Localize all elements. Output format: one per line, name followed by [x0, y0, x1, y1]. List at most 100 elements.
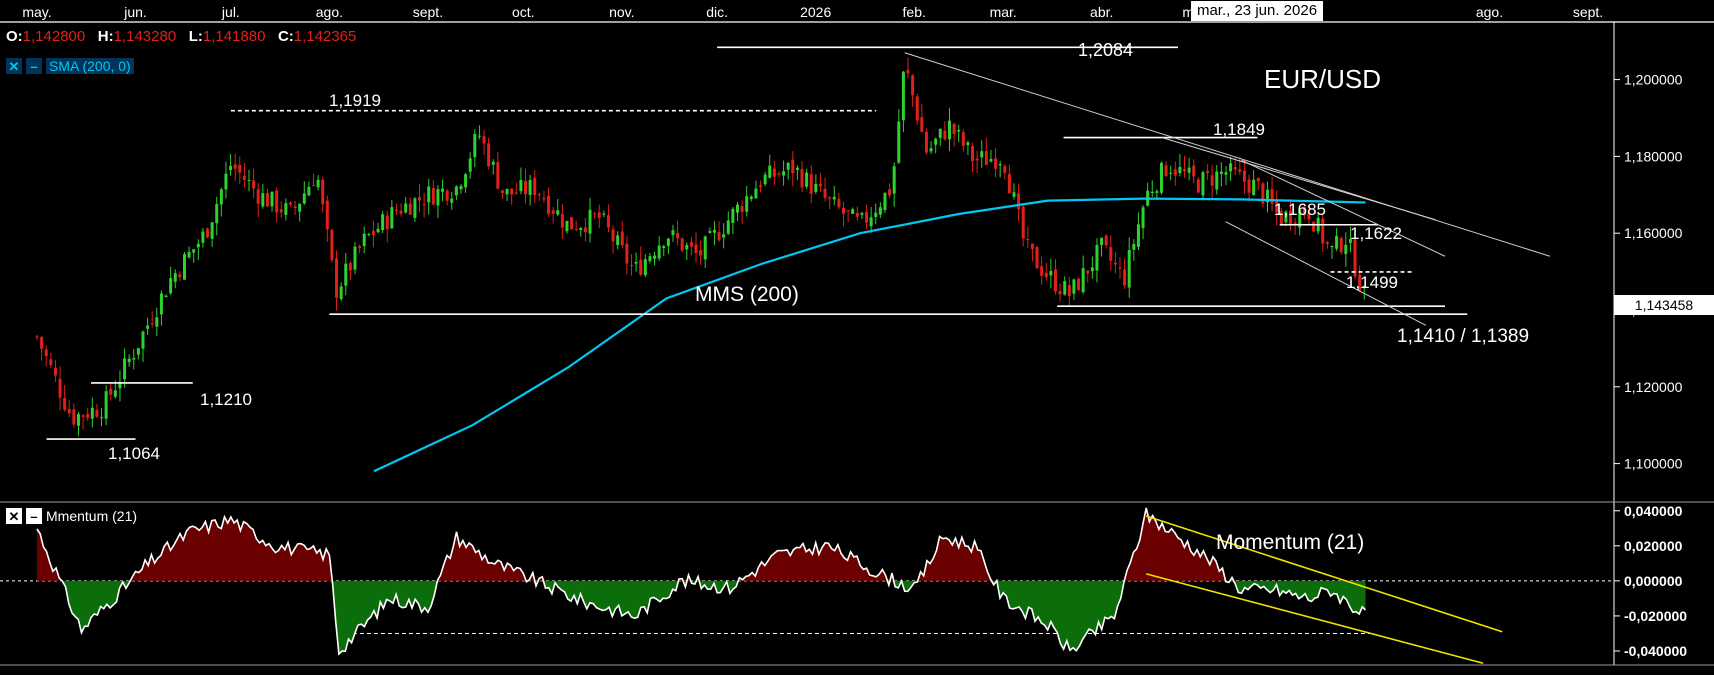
candle-down	[542, 197, 546, 200]
candle-down	[837, 198, 841, 208]
candle-down	[109, 388, 113, 395]
candle-down	[1044, 272, 1048, 278]
candle-up	[869, 217, 873, 227]
annotation-11410-11389: 1,1410 / 1,1389	[1397, 326, 1529, 347]
candle-down	[915, 96, 919, 121]
candle-up	[703, 236, 707, 260]
candle-up	[657, 245, 661, 259]
candle-up	[754, 188, 758, 199]
candle-up	[390, 207, 394, 229]
candle-up	[210, 222, 214, 239]
candle-up	[556, 210, 560, 215]
candle-down	[35, 336, 39, 338]
candle-down	[1233, 167, 1237, 170]
candle-up	[1049, 271, 1053, 276]
candle-up	[832, 196, 836, 200]
candle-down	[1077, 278, 1081, 291]
candle-up	[146, 325, 150, 329]
candle-up	[164, 295, 168, 298]
candle-down	[288, 202, 292, 205]
candle-down	[1086, 270, 1090, 274]
candle-up	[413, 198, 417, 218]
candle-down	[67, 409, 71, 414]
candle-up	[100, 417, 104, 419]
candle-down	[1242, 170, 1246, 182]
candle-up	[1090, 267, 1094, 272]
candle-down	[841, 207, 845, 214]
candle-up	[795, 167, 799, 171]
annotation-12084: 1,2084	[1078, 40, 1133, 60]
candle-up	[159, 293, 163, 315]
month-label: dic.	[706, 4, 728, 20]
eurusd-chart[interactable]: may. jun. jul. ago. sept. oct. nov. dic. 2026 feb…	[0, 0, 1714, 675]
candle-up	[1072, 279, 1076, 294]
candle-up	[1335, 235, 1339, 249]
candle-down	[178, 274, 182, 277]
chart-title: EUR/USD	[1264, 64, 1381, 94]
candle-down	[680, 238, 684, 251]
candle-up	[643, 259, 647, 276]
annotation-11685: 1,1685	[1274, 200, 1326, 219]
month-label: nov.	[609, 4, 634, 20]
candle-up	[192, 249, 196, 253]
candle-up	[491, 161, 495, 165]
candle-up	[1159, 162, 1163, 193]
candle-down	[1003, 166, 1007, 173]
candle-down	[1053, 269, 1057, 292]
candle-up	[468, 158, 472, 172]
candle-up	[1229, 163, 1233, 172]
candle-up	[648, 256, 652, 262]
candle-down	[53, 367, 57, 376]
month-label: abr.	[1090, 4, 1113, 20]
last-price-badge: 1,143458	[1614, 295, 1714, 315]
candle-up	[1141, 207, 1145, 229]
close-icon[interactable]: ✕	[6, 508, 22, 524]
month-label: may.	[22, 4, 51, 20]
open-label: O:	[6, 28, 23, 45]
minus-icon[interactable]: –	[26, 58, 42, 74]
candle-down	[325, 200, 329, 230]
candle-down	[242, 175, 246, 180]
candle-down	[606, 215, 610, 228]
candle-up	[381, 214, 385, 231]
candle-down	[1007, 174, 1011, 194]
candle-down	[689, 242, 693, 247]
candle-up	[155, 317, 159, 327]
close-icon[interactable]: ✕	[6, 58, 22, 74]
minus-icon[interactable]: –	[26, 508, 42, 524]
candle-up	[113, 390, 117, 397]
candle-down	[233, 164, 237, 169]
candle-down	[335, 258, 339, 298]
candle-up	[616, 235, 620, 246]
candle-down	[694, 244, 698, 254]
candle-up	[436, 189, 440, 206]
candle-down	[823, 188, 827, 198]
candle-up	[998, 163, 1002, 166]
candle-up	[805, 172, 809, 187]
candle-down	[63, 397, 67, 410]
annotation-11849: 1,1849	[1213, 120, 1265, 139]
candle-down	[952, 123, 956, 134]
candle-up	[261, 193, 265, 207]
candle-up	[215, 203, 219, 224]
candle-down	[984, 151, 988, 165]
price-tick-label: 1,180000	[1624, 148, 1683, 164]
candle-down	[312, 185, 316, 187]
candle-down	[321, 179, 325, 205]
candle-down	[1210, 175, 1214, 186]
candle-down	[482, 136, 486, 144]
momentum-legend-label[interactable]: Mmentum (21)	[46, 508, 137, 524]
candle-down	[1238, 169, 1242, 172]
candle-up	[1252, 179, 1256, 196]
candle-up	[579, 228, 583, 230]
candle-down	[920, 117, 924, 133]
candle-up	[173, 273, 177, 282]
annotation-11622: 1,1622	[1350, 224, 1402, 243]
candle-down	[740, 206, 744, 212]
candle-down	[924, 131, 928, 153]
month-label: jun.	[123, 4, 147, 20]
sma-legend-label[interactable]: SMA (200, 0)	[46, 58, 134, 74]
candle-up	[459, 186, 463, 190]
candle-up	[344, 263, 348, 286]
candle-up	[602, 213, 606, 215]
